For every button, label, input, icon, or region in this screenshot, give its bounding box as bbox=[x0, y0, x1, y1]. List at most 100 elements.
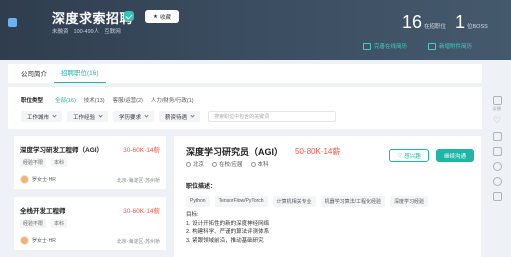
interested-button[interactable]: ♡ 感兴趣 bbox=[389, 149, 429, 162]
city-text: 北京 bbox=[193, 162, 205, 168]
hr-info: 罗女士·HR bbox=[20, 175, 56, 184]
job-location: 北京·海淀区·苏州桥 bbox=[116, 178, 160, 184]
company-size: 100-499人 bbox=[73, 29, 100, 35]
favorites-button[interactable] bbox=[487, 115, 507, 126]
job-type-admin[interactable]: 人力/财务/行政(1) bbox=[151, 96, 194, 104]
hr-avatar bbox=[20, 175, 29, 184]
stat-number: 1 bbox=[455, 12, 466, 32]
skill-tag: 机器学习算法/工程化经验 bbox=[320, 196, 385, 207]
filter-dropdowns: 工作城市 工作经验 学历要求 薪资待遇 搜索职位中包含的关键词 bbox=[21, 111, 337, 122]
industry: 互联网 bbox=[104, 29, 121, 35]
interested-label: 感兴趣 bbox=[404, 153, 421, 160]
hr-info: 罗女士·HR bbox=[20, 236, 56, 245]
job-title: 深度学习研发工程师（AGI） bbox=[20, 147, 104, 154]
refresh-icon bbox=[492, 177, 502, 186]
salary-dropdown[interactable]: 薪资待遇 bbox=[159, 111, 201, 122]
job-list-item[interactable]: 深度学习研发工程师（AGI） 30-60K·14薪 经验不限 本科 罗女士·HR… bbox=[14, 136, 166, 189]
chevron-down-icon bbox=[190, 113, 195, 118]
job-description-body: 目标: 1. 设计开拓性的新的深度神经网络 2. 构建科学、严谨的算法评测体系 … bbox=[186, 211, 269, 245]
star-icon: ★ bbox=[153, 13, 158, 20]
hr-avatar bbox=[20, 236, 29, 245]
job-title: 全栈开发工程师 bbox=[20, 208, 66, 215]
detail-degree: 本科 bbox=[250, 160, 269, 168]
description-line: 目标: bbox=[186, 212, 199, 218]
hr-name: 罗女士·HR bbox=[32, 238, 56, 244]
pin-icon bbox=[492, 162, 502, 171]
stat-number: 16 bbox=[402, 12, 423, 32]
degree-text: 本科 bbox=[257, 162, 269, 168]
degree-tag: 本科 bbox=[51, 158, 68, 167]
keyword-search-input[interactable]: 搜索职位中包含的关键词 bbox=[208, 111, 337, 122]
chat-icon bbox=[492, 96, 502, 105]
detail-city: 北京 bbox=[186, 160, 204, 168]
attachment-icon bbox=[428, 42, 436, 50]
send-icon bbox=[492, 147, 502, 156]
open-positions-stat: 16 在招职位 bbox=[402, 12, 446, 33]
verified-icon bbox=[124, 11, 134, 21]
hr-name: 罗女士·HR bbox=[32, 177, 56, 183]
stat-label: 位BOSS bbox=[467, 24, 488, 30]
favorite-label: 收藏 bbox=[159, 14, 171, 21]
degree-tag: 本科 bbox=[51, 219, 68, 228]
floating-sidebar: 反馈 bbox=[487, 96, 507, 207]
new-attachment-link[interactable]: 新增附件简历 bbox=[428, 42, 472, 50]
pin-button[interactable] bbox=[487, 162, 507, 171]
boss-count-stat: 1 位BOSS bbox=[455, 12, 488, 33]
continue-chat-button[interactable]: 继续沟通 bbox=[436, 149, 474, 162]
description-line: 3. 紧跟领域前沿，推动基础研究 bbox=[186, 237, 264, 244]
favorite-button[interactable]: ★ 收藏 bbox=[145, 10, 179, 23]
refresh-button[interactable] bbox=[487, 177, 507, 186]
job-tags: 经验不限 本科 bbox=[20, 219, 68, 228]
job-description-heading: 职位描述： bbox=[186, 184, 217, 190]
education-label: 学历要求 bbox=[119, 114, 142, 121]
experience-dropdown[interactable]: 工作经验 bbox=[67, 111, 109, 122]
skill-tags: Python TensorFlow/PyTorch 计算机相关专业 机器学习算法… bbox=[186, 196, 429, 207]
city-label: 工作城市 bbox=[27, 114, 50, 121]
salary-label: 薪资待遇 bbox=[165, 114, 188, 121]
feedback-label: 反馈 bbox=[493, 106, 501, 111]
whale-icon bbox=[8, 17, 17, 27]
tab-job-openings[interactable]: 招聘职位(16) bbox=[54, 64, 106, 83]
tab-company-intro[interactable]: 公司简介 bbox=[8, 64, 54, 83]
detail-meta: 北京 在校/应届 本科 bbox=[186, 160, 269, 168]
job-location: 北京·海淀区·苏州桥 bbox=[116, 239, 160, 245]
job-type-service[interactable]: 客服/运营(2) bbox=[113, 96, 143, 104]
experience-icon bbox=[212, 162, 218, 168]
stat-label: 在招职位 bbox=[424, 24, 447, 30]
detail-job-title: 深度学习研究员（AGI） bbox=[186, 147, 284, 157]
experience-label: 工作经验 bbox=[73, 114, 96, 121]
heart-icon: ♡ bbox=[397, 152, 403, 159]
description-line: 1. 设计开拓性的新的深度神经网络 bbox=[186, 220, 270, 227]
job-type-title: 职位类型 bbox=[21, 98, 44, 104]
city-dropdown[interactable]: 工作城市 bbox=[21, 111, 63, 122]
new-attachment-label: 新增附件简历 bbox=[439, 44, 473, 50]
improve-resume-label: 完善在线简历 bbox=[374, 44, 408, 50]
chevron-down-icon bbox=[144, 113, 149, 118]
skill-tag: Python bbox=[186, 196, 210, 207]
send-button[interactable] bbox=[487, 147, 507, 156]
chevron-down-icon bbox=[98, 113, 103, 118]
job-type-all[interactable]: 全部(16) bbox=[55, 96, 76, 104]
improve-resume-link[interactable]: 完善在线简历 bbox=[363, 42, 407, 50]
job-tags: 经验不限 本科 bbox=[20, 158, 68, 167]
job-type-tech[interactable]: 技术(13) bbox=[84, 96, 105, 104]
detail-experience: 在校/应届 bbox=[212, 160, 243, 168]
experience-tag: 经验不限 bbox=[20, 219, 47, 228]
detail-salary: 50-80K·14薪 bbox=[295, 147, 341, 156]
job-salary: 30-60K·14薪 bbox=[123, 208, 160, 215]
app-button[interactable] bbox=[487, 192, 507, 201]
heart-icon bbox=[493, 115, 501, 126]
description-line: 2. 构建科学、严谨的算法评测体系 bbox=[186, 229, 270, 235]
job-list-item[interactable]: 全栈开发工程师 30-60K·14薪 经验不限 本科 罗女士·HR 北京·海淀区… bbox=[14, 197, 166, 250]
education-dropdown[interactable]: 学历要求 bbox=[113, 111, 155, 122]
messages-button[interactable] bbox=[487, 132, 507, 141]
skill-tag: 计算机相关专业 bbox=[272, 196, 316, 207]
message-icon bbox=[492, 132, 502, 141]
chevron-down-icon bbox=[52, 113, 57, 118]
location-icon bbox=[186, 162, 191, 168]
job-type-filter: 职位类型 全部(16) 技术(13) 客服/运营(2) 人力/财务/行政(1) bbox=[21, 96, 194, 104]
company-meta: 未融资 100-499人 互联网 bbox=[52, 27, 121, 35]
job-filter-panel: 职位类型 全部(16) 技术(13) 客服/运营(2) 人力/财务/行政(1) … bbox=[8, 87, 482, 129]
company-name: 深度求索招聘 bbox=[52, 11, 134, 26]
feedback-button[interactable]: 反馈 bbox=[487, 96, 507, 112]
